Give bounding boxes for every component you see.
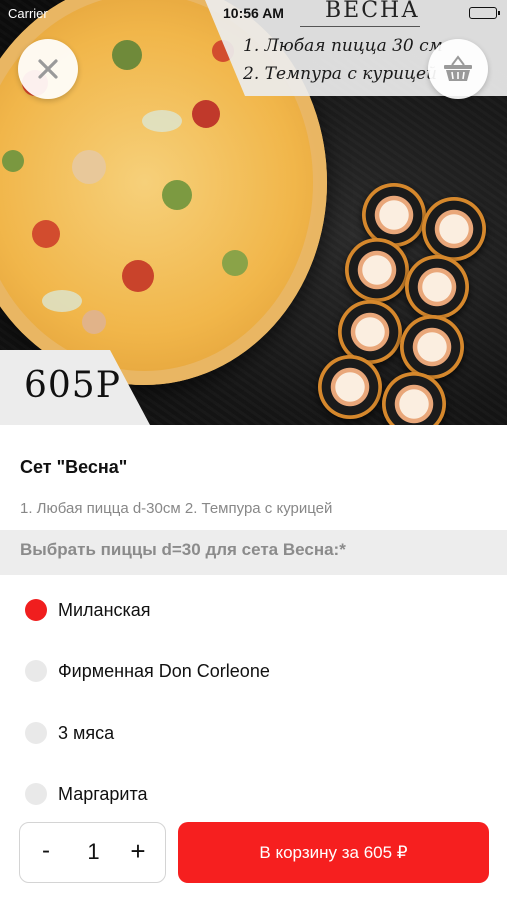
option-label: Миланская [58, 600, 151, 620]
battery-icon [469, 7, 500, 19]
option-label: Фирменная Don Corleone [58, 661, 270, 681]
radio-button[interactable] [25, 660, 47, 682]
option-don-corleone[interactable]: Фирменная Don Corleone [0, 646, 507, 696]
cart-button[interactable] [428, 39, 488, 99]
product-title: Сет "Весна" [20, 457, 128, 477]
increment-button[interactable]: + [125, 836, 151, 867]
option-3-myasa[interactable]: 3 мяса [0, 708, 507, 758]
close-icon [38, 59, 58, 79]
close-button[interactable] [18, 39, 78, 99]
radio-button-selected[interactable] [25, 599, 47, 621]
price-badge: 605Р [24, 365, 121, 406]
banner-divider [300, 26, 420, 27]
status-bar: Carrier 10:56 AM [0, 0, 507, 26]
basket-icon [444, 55, 472, 81]
option-label: Маргарита [58, 784, 148, 804]
quantity-stepper: - 1 + [19, 822, 166, 883]
add-to-cart-button[interactable]: В корзину за 605 ₽ [178, 822, 489, 883]
product-description: 1. Любая пицца d-30см 2. Темпура с куриц… [20, 500, 333, 517]
option-milanskaya[interactable]: Миланская [0, 585, 507, 635]
radio-button[interactable] [25, 783, 47, 805]
status-time: 10:56 AM [223, 5, 284, 21]
radio-button[interactable] [25, 722, 47, 744]
options-section-label: Выбрать пиццы d=30 для сета Весна:* [20, 540, 346, 559]
option-label: 3 мяса [58, 723, 115, 743]
